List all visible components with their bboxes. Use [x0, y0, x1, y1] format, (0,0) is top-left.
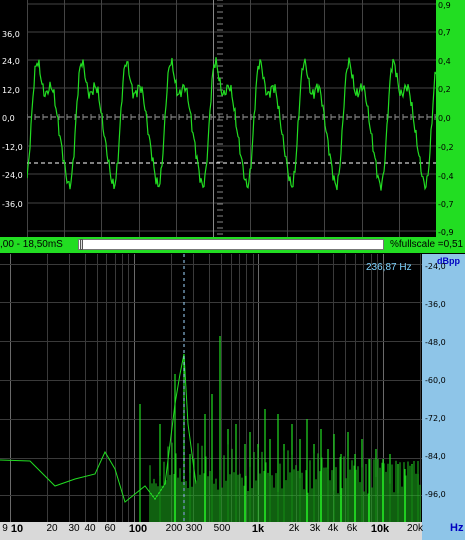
- scope-right-tick-label: 0,4: [438, 57, 451, 66]
- spectrum-plot[interactable]: [0, 254, 422, 522]
- scope-right-tick-label: -0,9: [438, 228, 454, 237]
- db-tick-label: -48,0: [425, 338, 446, 347]
- scope-right-tick-label: 0,7: [438, 28, 451, 37]
- scope-right-tick-label: 0,2: [438, 85, 451, 94]
- frequency-tick-label: 4k: [327, 523, 339, 534]
- db-tick-label: -84,0: [425, 452, 446, 461]
- frequency-tick-label: 10: [10, 523, 24, 535]
- frequency-tick-label: 40: [84, 523, 96, 534]
- scope-left-tick-label: -24,0: [2, 171, 23, 180]
- scope-left-tick-label: 12,0: [2, 86, 20, 95]
- frequency-tick-label: 10k: [370, 523, 390, 535]
- scope-right-tick-label: 0,9: [438, 1, 451, 10]
- time-scrollbar-thumb[interactable]: [80, 239, 83, 250]
- frequency-tick-label: 2k: [288, 523, 300, 534]
- waveform-trace: [27, 57, 436, 191]
- db-tick-label: -24,0: [425, 262, 446, 271]
- hz-unit-label: Hz: [450, 522, 464, 534]
- frequency-tick-label: 9: [2, 523, 8, 534]
- frequency-tick-label: 300: [185, 523, 203, 534]
- db-tick-label: -36,0: [425, 300, 446, 309]
- scope-left-tick-label: 36,0: [2, 30, 20, 39]
- frequency-axis: [0, 522, 422, 540]
- frequency-tick-label: 30: [68, 523, 80, 534]
- frequency-tick-label: 6k: [346, 523, 358, 534]
- frequency-tick-label: 200: [165, 523, 183, 534]
- frequency-tick-label: 20k: [406, 523, 424, 534]
- db-tick-label: -60,0: [425, 376, 446, 385]
- scope-left-tick-label: -12,0: [2, 143, 23, 152]
- scope-left-tick-label: 24,0: [2, 57, 20, 66]
- fullscale-readout: %fullscale =0,51: [390, 239, 464, 250]
- frequency-tick-label: 100: [128, 523, 148, 535]
- frequency-tick-label: 3k: [309, 523, 321, 534]
- scope-right-tick-label: -0,2: [438, 143, 454, 152]
- scope-right-tick-label: -0,4: [438, 172, 454, 181]
- db-tick-label: -72,0: [425, 414, 446, 423]
- frequency-tick-label: 1k: [251, 523, 265, 535]
- db-tick-label: -96,0: [425, 490, 446, 499]
- time-range-readout: ,00 - 18,50mS: [0, 239, 63, 250]
- scope-right-tick-label: -0,7: [438, 200, 454, 209]
- time-scrollbar[interactable]: [78, 239, 384, 250]
- frequency-tick-label: 60: [104, 523, 116, 534]
- scope-left-tick-label: 0,0: [2, 114, 15, 123]
- cursor-frequency-readout: 236,87 Hz: [366, 262, 412, 273]
- scope-right-tick-label: 0,0: [438, 114, 451, 123]
- scope-left-tick-label: -36,0: [2, 200, 23, 209]
- oscilloscope-plot[interactable]: [27, 0, 436, 237]
- frequency-tick-label: 500: [213, 523, 231, 534]
- frequency-tick-label: 20: [46, 523, 58, 534]
